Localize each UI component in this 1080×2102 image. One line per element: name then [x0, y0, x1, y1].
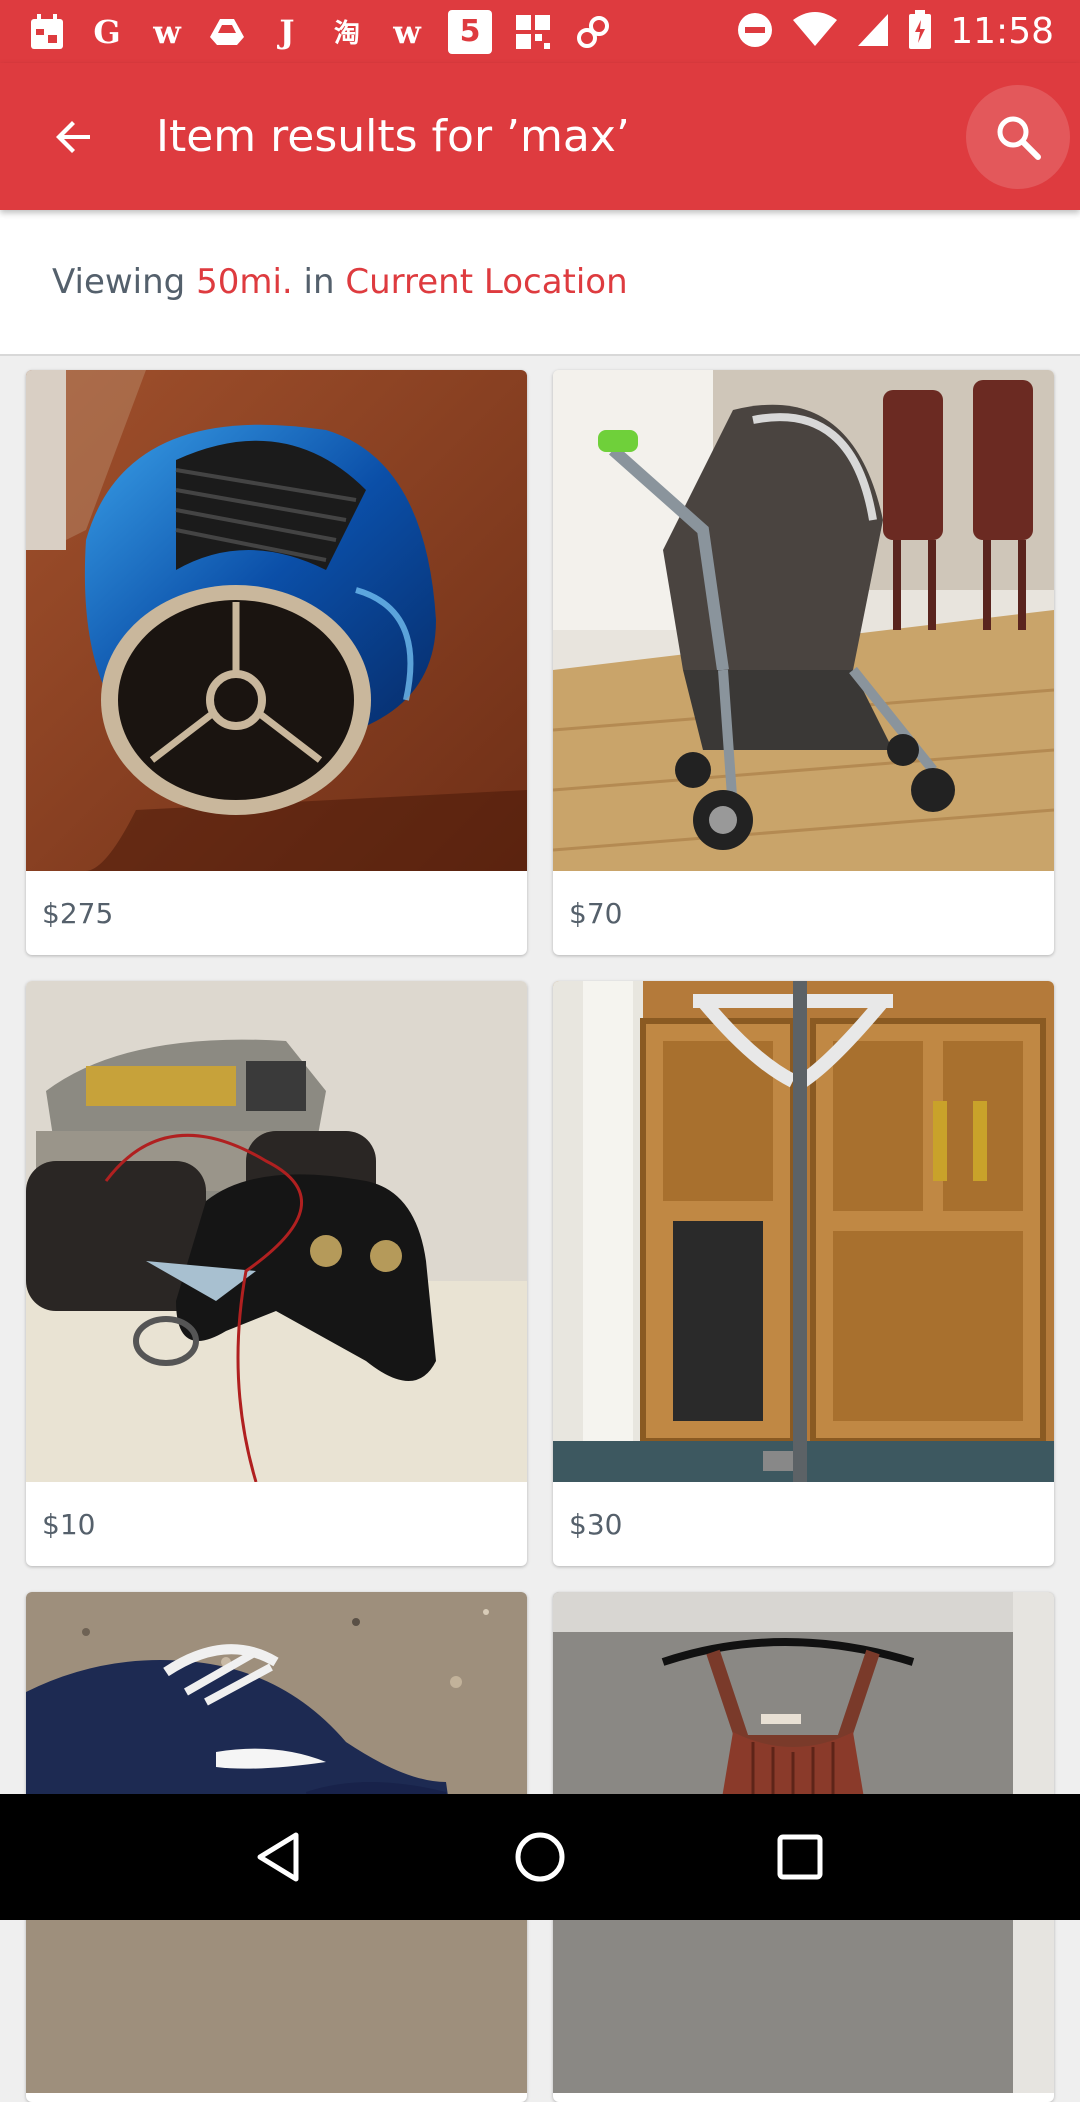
google-notification-icon: G	[93, 12, 121, 51]
navigation-bar	[0, 1794, 1080, 1920]
nav-recents-button[interactable]	[755, 1812, 845, 1902]
nav-home-button[interactable]	[495, 1812, 585, 1902]
system-status: 11:58	[736, 9, 1080, 54]
item-card[interactable]: $30	[553, 981, 1054, 1566]
taobao-notification-icon: 淘	[333, 19, 360, 49]
nav-back-button[interactable]	[235, 1812, 325, 1902]
item-image-rc-truck	[26, 981, 527, 1482]
location-filter[interactable]: Current Location	[345, 262, 627, 302]
item-card[interactable]: $275	[26, 370, 527, 955]
back-button[interactable]	[38, 101, 110, 173]
w-app-2-notification-icon: w	[393, 12, 421, 51]
item-price	[26, 2093, 527, 2102]
search-icon	[997, 116, 1041, 160]
back-arrow-icon	[56, 120, 90, 153]
j-app-notification-icon: J	[279, 12, 295, 51]
item-price: $10	[42, 1507, 96, 1541]
wifi-icon	[792, 11, 838, 52]
item-price: $275	[42, 896, 114, 930]
page-title: Item results for ’max’	[156, 111, 630, 162]
calendar-notification-icon	[28, 13, 66, 51]
circle-home-icon	[515, 1832, 565, 1882]
square-recents-icon	[777, 1834, 823, 1880]
five-app-notification-icon: 5	[448, 9, 492, 54]
item-image-crutch	[553, 981, 1054, 1482]
location-prefix: Viewing	[52, 262, 197, 302]
cell-signal-icon	[856, 12, 890, 52]
grid-app-notification-icon	[514, 13, 552, 51]
triangle-back-icon	[257, 1832, 299, 1882]
location-filter-bar[interactable]: Viewing 50mi. in Current Location	[0, 210, 1080, 356]
app-bar: Item results for ’max’	[0, 63, 1080, 210]
notification-icons: G w J 淘 w 5	[0, 9, 612, 54]
item-price: $30	[569, 1507, 623, 1541]
clock: 11:58	[950, 11, 1054, 52]
link-notification-icon	[574, 13, 612, 51]
item-image-hoverboard	[26, 370, 527, 871]
item-image-stroller	[553, 370, 1054, 871]
item-price: $70	[569, 896, 623, 930]
battery-icon	[908, 9, 932, 54]
location-middle: in	[292, 262, 346, 302]
drive-notification-icon	[208, 13, 246, 51]
item-card[interactable]: $70	[553, 370, 1054, 955]
search-button[interactable]	[966, 84, 1070, 189]
do-not-disturb-icon	[736, 11, 774, 53]
distance-filter[interactable]: 50mi.	[196, 262, 293, 302]
status-bar: G w J 淘 w 5 11:58	[0, 0, 1080, 63]
item-card[interactable]: $10	[26, 981, 527, 1566]
w-app-notification-icon: w	[153, 12, 181, 51]
